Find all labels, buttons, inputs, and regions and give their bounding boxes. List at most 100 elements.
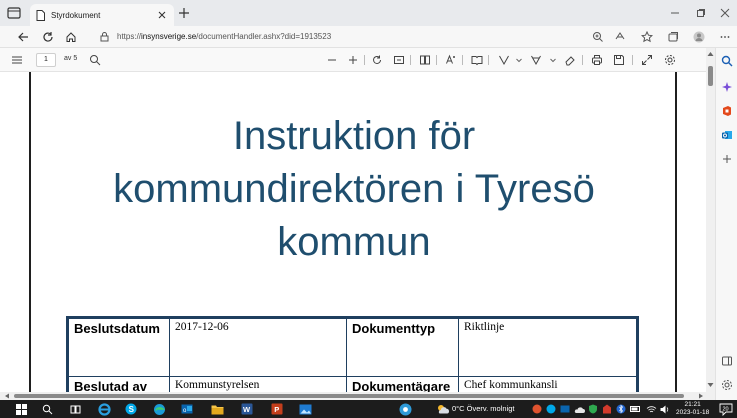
volume-icon[interactable]: [658, 402, 672, 416]
horizontal-scroll-thumb[interactable]: [14, 394, 684, 398]
horizontal-scrollbar[interactable]: [0, 392, 715, 400]
print-icon[interactable]: [590, 53, 604, 67]
pdf-settings-gear-icon[interactable]: [663, 53, 677, 67]
tray-skype-icon[interactable]: [544, 402, 558, 416]
fit-to-page-icon[interactable]: [392, 53, 406, 67]
table-value: 2017-12-06: [169, 317, 347, 377]
save-icon[interactable]: [612, 53, 626, 67]
new-tab-icon[interactable]: [178, 7, 190, 19]
table-label: Dokumentägare: [346, 376, 459, 392]
skype-icon[interactable]: S: [124, 402, 138, 416]
toolbar-divider: [582, 55, 583, 65]
refresh-icon[interactable]: [41, 30, 55, 44]
system-clock[interactable]: 21:21 2023-01-18: [676, 401, 709, 417]
weather-text[interactable]: 0°C Överv. molnigt: [452, 404, 514, 413]
fullscreen-icon[interactable]: [640, 53, 654, 67]
taskbar-search-icon[interactable]: [40, 402, 54, 416]
document-metadata-table: Beslutsdatum 2017-12-06 Dokumenttyp Rikt…: [66, 316, 639, 392]
table-row: Beslutsdatum 2017-12-06 Dokumenttyp Rikt…: [67, 317, 638, 377]
table-value: Riktlinje: [458, 317, 638, 377]
home-icon[interactable]: [64, 30, 78, 44]
table-of-contents-icon[interactable]: [10, 53, 24, 67]
pdf-viewport[interactable]: Instruktion för kommundirektören i Tyres…: [0, 72, 706, 392]
search-icon[interactable]: [88, 53, 102, 67]
tray-notification-icon[interactable]: [530, 402, 544, 416]
more-menu-icon[interactable]: [718, 30, 732, 44]
highlight-icon[interactable]: [529, 53, 543, 67]
close-window-icon[interactable]: [718, 6, 732, 20]
toolbar-divider: [632, 55, 633, 65]
hide-sidebar-icon[interactable]: [720, 354, 734, 368]
battery-icon[interactable]: [628, 402, 642, 416]
draw-icon[interactable]: [497, 53, 511, 67]
url-prefix: https://: [117, 32, 142, 41]
chrome-icon[interactable]: [398, 402, 412, 416]
restore-icon[interactable]: [694, 6, 708, 20]
minimize-icon[interactable]: [668, 6, 682, 20]
toolbar-divider: [488, 55, 489, 65]
tray-outlook-icon[interactable]: [558, 402, 572, 416]
notification-center-icon[interactable]: 20: [718, 402, 734, 416]
photos-icon[interactable]: [298, 402, 312, 416]
rotate-icon[interactable]: [370, 53, 384, 67]
vertical-scroll-thumb[interactable]: [708, 66, 713, 86]
table-value: Kommunstyrelsen: [169, 376, 347, 392]
document-icon: [36, 9, 45, 21]
erase-icon[interactable]: [563, 53, 577, 67]
browser-tab[interactable]: Styrdokument: [30, 4, 174, 26]
close-tab-icon[interactable]: [156, 9, 168, 21]
edge-sidebar: [715, 48, 737, 400]
sidebar-settings-gear-icon[interactable]: [720, 378, 734, 392]
read-aloud-pdf-icon[interactable]: [444, 53, 458, 67]
office-icon[interactable]: [720, 104, 734, 118]
task-view-icon[interactable]: [68, 402, 82, 416]
zoom-in-icon[interactable]: [346, 53, 360, 67]
draw-options-chevron-icon[interactable]: [512, 53, 526, 67]
table-row: Beslutad av Kommunstyrelsen Dokumentägar…: [67, 376, 638, 392]
tab-actions-icon[interactable]: [6, 6, 22, 20]
internet-explorer-icon[interactable]: [97, 402, 111, 416]
sidebar-search-icon[interactable]: [720, 54, 734, 68]
table-label: Dokumenttyp: [346, 317, 459, 377]
file-explorer-icon[interactable]: [210, 402, 224, 416]
zoom-icon[interactable]: [591, 30, 605, 44]
windows-start-icon[interactable]: [14, 402, 28, 416]
highlight-options-chevron-icon[interactable]: [546, 53, 560, 67]
weather-icon[interactable]: [436, 402, 450, 416]
svg-text:S: S: [129, 405, 135, 414]
document-title-line: kommun: [277, 220, 431, 264]
zoom-out-icon[interactable]: [325, 53, 339, 67]
tray-security-icon[interactable]: [586, 402, 600, 416]
profile-icon[interactable]: [692, 30, 706, 44]
wifi-icon[interactable]: [644, 402, 658, 416]
outlook-icon[interactable]: [720, 128, 734, 142]
scroll-down-arrow-icon[interactable]: [707, 382, 714, 388]
vertical-scrollbar[interactable]: [706, 48, 715, 392]
bluetooth-icon[interactable]: [614, 402, 628, 416]
discover-sparkle-icon[interactable]: [720, 80, 734, 94]
back-icon[interactable]: [16, 30, 30, 44]
read-aloud-icon[interactable]: [613, 30, 627, 44]
url-host: insynsverige.se: [141, 32, 197, 41]
lock-icon[interactable]: [100, 31, 109, 42]
clock-time: 21:21: [684, 401, 701, 408]
collections-icon[interactable]: [666, 30, 680, 44]
svg-text:P: P: [274, 405, 279, 414]
word-icon[interactable]: W: [240, 402, 254, 416]
scroll-left-arrow-icon[interactable]: [4, 393, 10, 399]
tray-onedrive-icon[interactable]: [572, 402, 586, 416]
powerpoint-icon[interactable]: P: [270, 402, 284, 416]
page-view-icon[interactable]: [418, 53, 432, 67]
outlook-taskbar-icon[interactable]: o: [180, 402, 194, 416]
scroll-up-arrow-icon[interactable]: [707, 51, 714, 57]
edge-browser-icon[interactable]: [152, 402, 166, 416]
immersive-reader-icon[interactable]: [470, 53, 484, 67]
page-total: av 5: [64, 55, 78, 62]
add-sidebar-app-icon[interactable]: [720, 152, 734, 166]
favorites-icon[interactable]: [640, 30, 654, 44]
page-number-input[interactable]: 1: [36, 53, 56, 67]
tray-app-icon[interactable]: [600, 402, 614, 416]
url-text[interactable]: https://insynsverige.se/documentHandler.…: [117, 32, 331, 41]
scroll-right-arrow-icon[interactable]: [698, 393, 704, 399]
pdf-toolbar: 1 av 5: [0, 48, 706, 72]
